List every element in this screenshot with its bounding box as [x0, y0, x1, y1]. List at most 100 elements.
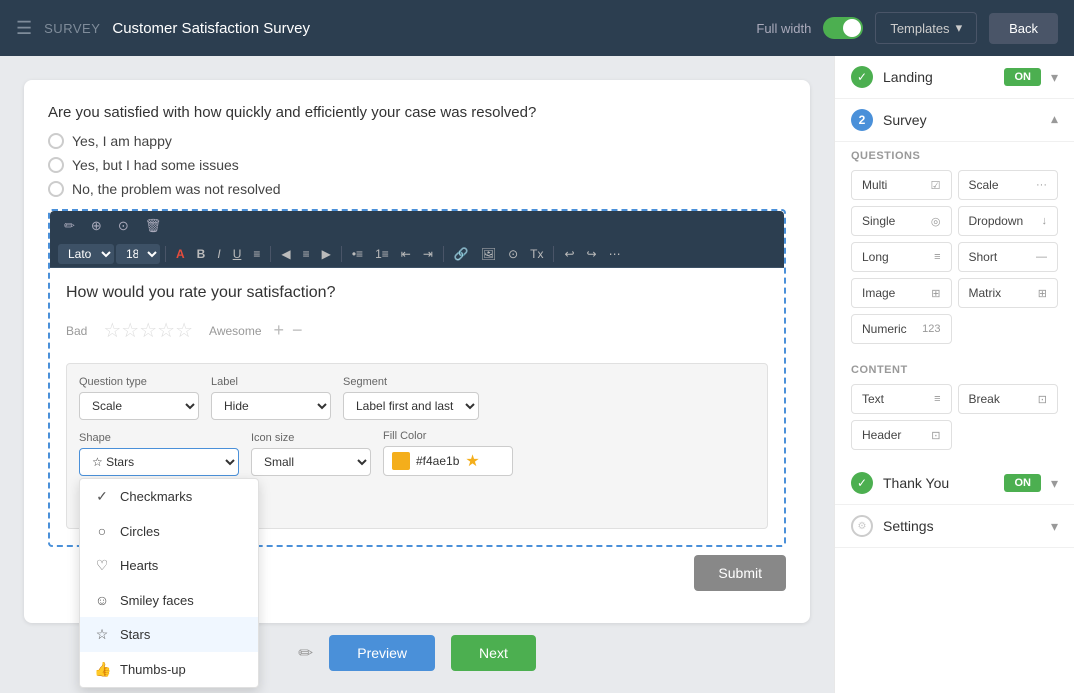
full-width-toggle[interactable] — [823, 17, 863, 39]
templates-button[interactable]: Templates ▾ — [875, 12, 977, 44]
thankyou-toggle[interactable]: ON — [1004, 474, 1041, 492]
sidebar-settings: ⚙ Settings ▾ — [835, 505, 1074, 548]
dropdown-circles[interactable]: ○ Circles — [80, 514, 258, 548]
question-type-label: Question type — [79, 376, 199, 388]
decrease-indent-btn[interactable]: ⇤ — [396, 245, 416, 263]
dropdown-icon: ↓ — [1042, 215, 1048, 227]
more-btn[interactable]: ⋯ — [604, 245, 626, 263]
label-select[interactable]: Hide — [211, 392, 331, 420]
survey-chevron-icon[interactable]: ▾ — [1051, 112, 1058, 129]
color-picker[interactable]: #f4ae1b ★ — [383, 446, 513, 476]
bold-btn[interactable]: B — [192, 245, 211, 263]
star-4[interactable]: ☆ — [157, 318, 175, 343]
dropdown-btn[interactable]: Dropdown ↓ — [958, 206, 1059, 236]
align-right-btn[interactable]: ▶ — [317, 245, 336, 263]
add-button[interactable]: ⊕ — [85, 215, 108, 237]
edit-icon[interactable]: ✏ — [298, 643, 313, 664]
number-list-btn[interactable]: 1≡ — [370, 245, 394, 263]
dropdown-smiley[interactable]: ☺ Smiley faces — [80, 583, 258, 617]
submit-button[interactable]: Submit — [694, 555, 786, 591]
icon-size-label: Icon size — [251, 432, 371, 444]
underline-btn[interactable]: U — [228, 245, 247, 263]
single-btn[interactable]: Single ◎ — [851, 206, 952, 236]
settings-chevron-icon[interactable]: ▾ — [1051, 518, 1058, 535]
align-center-btn[interactable]: ≡ — [298, 245, 315, 263]
bad-label: Bad — [66, 324, 87, 338]
remove-star-btn[interactable]: − — [292, 320, 303, 341]
font-select[interactable]: Lato — [58, 244, 114, 264]
survey-card: Are you satisfied with how quickly and e… — [24, 80, 810, 623]
segment-select[interactable]: Label first and last — [343, 392, 479, 420]
link-btn[interactable]: 🔗 — [449, 245, 474, 263]
long-icon: ≡ — [934, 251, 940, 263]
font-size-select[interactable]: 18 — [116, 244, 160, 264]
dropdown-hearts[interactable]: ♡ Hearts — [80, 548, 258, 583]
thankyou-chevron-icon[interactable]: ▾ — [1051, 475, 1058, 492]
text-btn[interactable]: Text ≡ — [851, 384, 952, 414]
shape-select[interactable]: ☆ Stars — [79, 448, 239, 476]
next-button[interactable]: Next — [451, 635, 536, 671]
radio-2[interactable] — [48, 157, 64, 173]
embed-btn[interactable]: ⊙ — [503, 245, 523, 263]
radio-3[interactable] — [48, 181, 64, 197]
shape-label: Shape — [79, 432, 239, 444]
radio-1[interactable] — [48, 133, 64, 149]
edit-button[interactable]: ✏ — [58, 215, 81, 237]
color-hex-value: #f4ae1b — [416, 454, 459, 468]
formatting-bar: Lato 18 A B I U ≡ ◀ ≡ ▶ •≡ — [50, 241, 784, 268]
redo-btn[interactable]: ↪ — [582, 245, 602, 263]
multi-btn[interactable]: Multi ☑ — [851, 170, 952, 200]
clear-btn[interactable]: Tx — [525, 245, 548, 263]
increase-indent-btn[interactable]: ⇥ — [418, 245, 438, 263]
settings-row-1: Question type Scale Label Hide — [79, 376, 755, 420]
scale-btn[interactable]: Scale ··· — [958, 170, 1059, 200]
image-btn[interactable]: Image ⊞ — [851, 278, 952, 308]
circles-icon: ○ — [94, 523, 110, 539]
image-btn[interactable]: 🖼 — [476, 245, 501, 263]
bullet-list-btn[interactable]: •≡ — [347, 245, 368, 263]
short-btn[interactable]: Short — — [958, 242, 1059, 272]
thankyou-check-icon: ✓ — [851, 472, 873, 494]
star-1[interactable]: ☆ — [103, 318, 121, 343]
landing-toggle[interactable]: ON — [1004, 68, 1041, 86]
text-color-btn[interactable]: A — [171, 245, 190, 263]
star-3[interactable]: ☆ — [139, 318, 157, 343]
smiley-icon: ☺ — [94, 592, 110, 608]
landing-label: Landing — [883, 69, 994, 85]
delete-button[interactable]: 🗑 — [139, 215, 168, 237]
segment-field: Segment Label first and last — [343, 376, 479, 420]
break-btn[interactable]: Break ⊡ — [958, 384, 1059, 414]
header-btn[interactable]: Header ⊡ — [851, 420, 952, 450]
star-5[interactable]: ☆ — [175, 318, 193, 343]
dropdown-thumbsup[interactable]: 👍 Thumbs-up — [80, 652, 258, 687]
preview-button[interactable]: Preview — [329, 635, 435, 671]
duplicate-button[interactable]: ⊙ — [112, 215, 135, 237]
separator-4 — [443, 246, 444, 262]
main-layout: Are you satisfied with how quickly and e… — [0, 56, 1074, 693]
content-section-label: Content — [835, 356, 1074, 380]
back-button[interactable]: Back — [989, 13, 1058, 44]
landing-chevron-icon[interactable]: ▾ — [1051, 69, 1058, 86]
matrix-btn[interactable]: Matrix ⊞ — [958, 278, 1059, 308]
dropdown-checkmarks[interactable]: ✓ Checkmarks — [80, 479, 258, 514]
shape-dropdown: ✓ Checkmarks ○ Circles ♡ Hearts — [79, 478, 259, 688]
survey-label: SURVEY — [44, 21, 100, 36]
multi-icon: ☑ — [931, 179, 941, 192]
question-1: Are you satisfied with how quickly and e… — [48, 104, 786, 121]
list-btn[interactable]: ≡ — [248, 245, 265, 263]
editor-content[interactable]: How would you rate your satisfaction? Ba… — [50, 268, 784, 363]
align-left-btn[interactable]: ◀ — [276, 245, 295, 263]
chevron-down-icon: ▾ — [956, 20, 963, 36]
numeric-btn[interactable]: Numeric 123 — [851, 314, 952, 344]
undo-btn[interactable]: ↩ — [559, 245, 579, 263]
icon-size-select[interactable]: Small — [251, 448, 371, 476]
question-type-select[interactable]: Scale — [79, 392, 199, 420]
long-btn[interactable]: Long ≡ — [851, 242, 952, 272]
settings-panel: Question type Scale Label Hide — [66, 363, 768, 529]
add-star-btn[interactable]: + — [274, 320, 285, 341]
right-sidebar: ✓ Landing ON ▾ 2 Survey ▾ Questions Mult… — [834, 56, 1074, 693]
scale-icon: ··· — [1036, 179, 1047, 191]
dropdown-stars[interactable]: ☆ Stars — [80, 617, 258, 652]
italic-btn[interactable]: I — [212, 245, 225, 263]
star-2[interactable]: ☆ — [121, 318, 139, 343]
